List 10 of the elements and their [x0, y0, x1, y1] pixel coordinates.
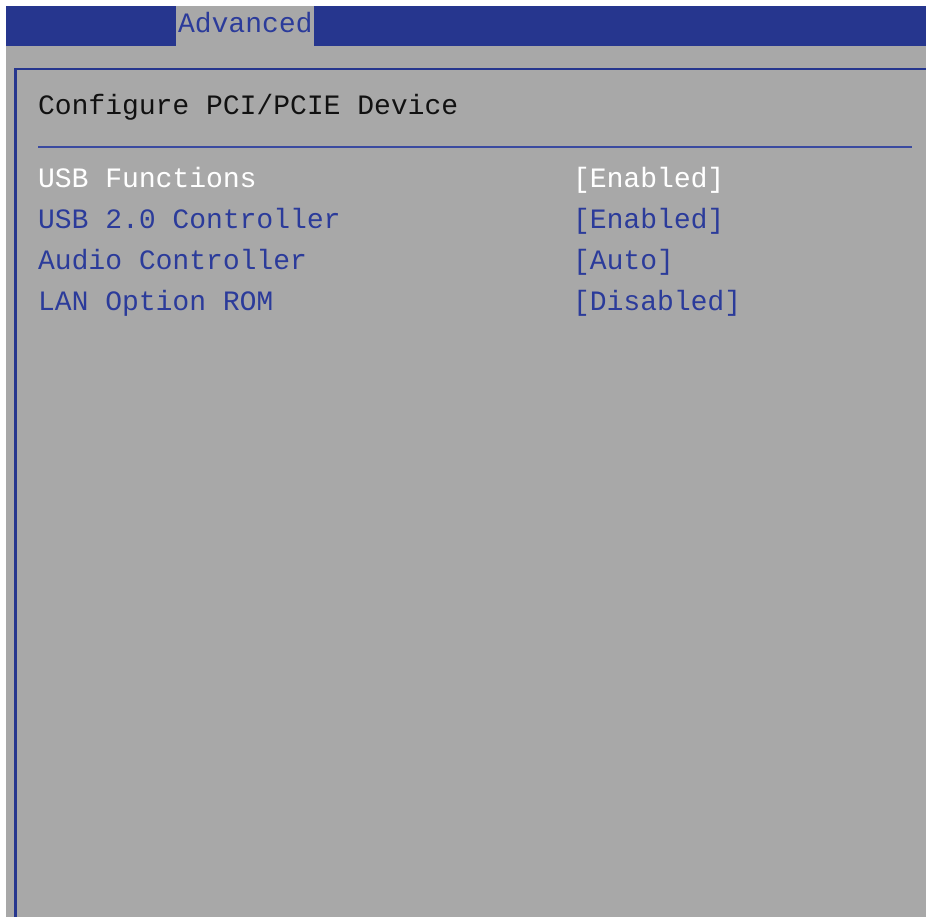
- setting-value[interactable]: [Enabled]: [573, 201, 724, 242]
- setting-value[interactable]: [Auto]: [573, 242, 674, 283]
- setting-label[interactable]: Audio Controller: [38, 242, 573, 283]
- setting-label[interactable]: USB Functions: [38, 160, 573, 201]
- menu-tab[interactable]: Advanced: [176, 6, 314, 46]
- setting-value[interactable]: [Enabled]: [573, 160, 724, 201]
- panel-title: Configure PCI/PCIE Device: [38, 91, 460, 125]
- setting-label[interactable]: USB 2.0 Controller: [38, 201, 573, 242]
- setting-value[interactable]: [Disabled]: [573, 283, 742, 324]
- setting-label[interactable]: LAN Option ROM: [38, 283, 573, 324]
